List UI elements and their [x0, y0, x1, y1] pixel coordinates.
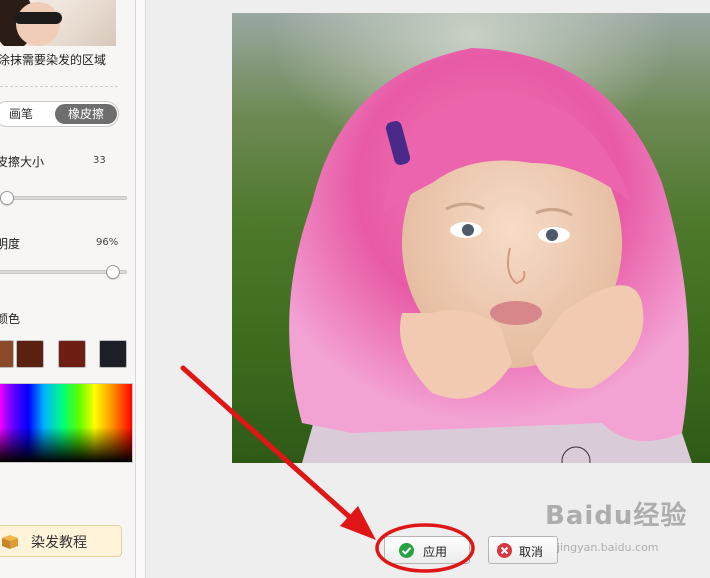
photo-canvas[interactable]	[232, 13, 710, 463]
left-panel: 涂抹需要染发的区域 画笔 橡皮擦 皮擦大小 33 明度 96% 颜色 染发教程	[0, 0, 136, 578]
close-icon	[497, 543, 512, 558]
cancel-button[interactable]: 取消	[488, 536, 558, 564]
instruction-text: 涂抹需要染发的区域	[0, 53, 107, 67]
eraser-size-slider[interactable]	[0, 196, 127, 200]
check-icon	[399, 543, 414, 558]
color-label: 颜色	[0, 312, 21, 326]
color-spectrum-picker[interactable]	[0, 383, 133, 463]
hair-dye-tutorial-button[interactable]: 染发教程	[0, 525, 122, 557]
box-icon	[2, 535, 18, 549]
mode-toggle: 画笔 橡皮擦	[0, 101, 119, 127]
photo-of-girl-with-pink-hair	[289, 48, 692, 463]
opacity-slider-handle[interactable]	[106, 265, 120, 279]
watermark-logo: Baidu经验	[545, 501, 688, 531]
brush-mode-button[interactable]: 画笔	[1, 104, 41, 124]
eraser-size-label: 皮擦大小	[0, 155, 45, 169]
sample-photo-thumbnail	[0, 0, 116, 46]
opacity-label: 明度	[0, 237, 21, 251]
opacity-value: 96%	[96, 237, 119, 248]
eraser-size-value: 33	[93, 155, 106, 166]
apply-button[interactable]: 应用	[384, 536, 470, 564]
eraser-size-slider-handle[interactable]	[0, 191, 14, 205]
divider	[0, 86, 118, 87]
color-swatch[interactable]	[16, 340, 44, 368]
color-swatch[interactable]	[0, 340, 14, 368]
watermark-url: jingyan.baidu.com	[557, 541, 659, 554]
color-swatch[interactable]	[58, 340, 86, 368]
eraser-mode-button[interactable]: 橡皮擦	[55, 104, 117, 124]
apply-button-label: 应用	[423, 545, 448, 559]
tutorial-button-label: 染发教程	[31, 535, 87, 551]
panel-gutter	[136, 0, 146, 578]
annotation-arrowhead	[340, 506, 376, 540]
cancel-button-label: 取消	[519, 545, 544, 559]
color-swatch[interactable]	[99, 340, 127, 368]
